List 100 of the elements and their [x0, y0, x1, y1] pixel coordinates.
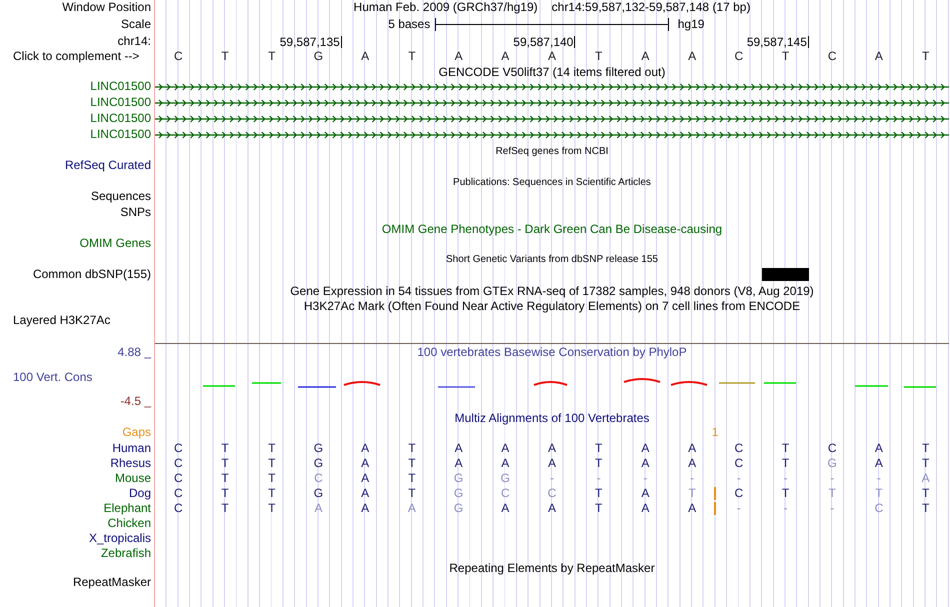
aligned-base: T	[922, 456, 930, 471]
aligned-base: C	[548, 486, 556, 501]
aligned-base: A	[361, 471, 370, 486]
track-label[interactable]: RefSeq Curated	[64, 158, 151, 173]
aligned-base: T	[221, 501, 229, 516]
sequence-base[interactable]: C	[734, 49, 744, 64]
aligned-base: A	[408, 501, 416, 516]
aligned-base: T	[221, 441, 229, 456]
sequence-base[interactable]: A	[641, 49, 650, 64]
track-label[interactable]: Common dbSNP(155)	[32, 267, 151, 282]
aligned-base: C	[174, 486, 183, 501]
axis-max-label: 4.88 _	[118, 345, 151, 360]
aligned-base: A	[641, 486, 650, 501]
aligned-base: -	[876, 471, 881, 486]
species-label[interactable]: Chicken	[108, 516, 151, 531]
aligned-base: T	[922, 501, 930, 516]
sequence-base[interactable]: C	[828, 49, 837, 64]
aligned-base: A	[922, 471, 930, 486]
aligned-base: A	[641, 501, 650, 516]
track-title: Publications: Sequences in Scientific Articles	[453, 176, 651, 190]
aligned-base: C	[734, 486, 744, 501]
aligned-base: T	[828, 486, 836, 501]
aligned-base: T	[922, 441, 930, 456]
row-label[interactable]: chr14:	[118, 34, 151, 49]
aligned-base: T	[595, 486, 602, 501]
sequence-base[interactable]: T	[922, 49, 930, 64]
gene-label[interactable]: LINC01500	[90, 79, 151, 94]
sequence-base[interactable]: T	[408, 49, 416, 64]
track-title: Gene Expression in 54 tissues from GTEx RNA-seq of 17382 samples, 948 donors (V8, Aug 2019)	[290, 284, 814, 299]
scale-length: 5 bases	[388, 17, 432, 32]
aligned-base: T	[221, 486, 229, 501]
aligned-base: T	[268, 501, 276, 516]
aligned-base: A	[641, 441, 650, 456]
position-tick: 59,587,140	[513, 36, 576, 48]
gene-label[interactable]: LINC01500	[90, 111, 151, 126]
aligned-base: G	[314, 486, 324, 501]
aligned-base: C	[174, 441, 183, 456]
aligned-base: T	[221, 456, 229, 471]
track-title: RefSeq genes from NCBI	[496, 145, 608, 159]
aligned-base: -	[830, 471, 834, 486]
aligned-base: C	[174, 471, 183, 486]
aligned-base: G	[314, 456, 324, 471]
aligned-base: T	[595, 501, 602, 516]
aligned-base: A	[874, 441, 883, 456]
track-title: GENCODE V50lift37 (14 items filtered out)	[438, 65, 666, 80]
aligned-base: T	[268, 486, 276, 501]
sequence-base[interactable]: A	[548, 49, 556, 64]
species-label[interactable]: Mouse	[114, 471, 151, 486]
axis-min-label: -4.5 _	[120, 394, 151, 409]
track-label[interactable]: Sequences	[90, 189, 151, 204]
sequence-base[interactable]: C	[174, 49, 183, 64]
assembly-title: Human Feb. 2009 (GRCh37/hg19)	[354, 0, 538, 15]
track-label[interactable]: SNPs	[120, 205, 151, 220]
aligned-base: T	[408, 441, 416, 456]
aligned-base: T	[268, 441, 276, 456]
aligned-base: T	[782, 441, 790, 456]
gap-count: 1	[712, 425, 718, 440]
aligned-base: G	[500, 471, 510, 486]
species-label[interactable]: Dog	[128, 486, 151, 501]
aligned-base: T	[688, 486, 696, 501]
row-label[interactable]: Window Position	[62, 0, 151, 15]
aligned-base: T	[595, 456, 602, 471]
track-title: OMIM Gene Phenotypes - Dark Green Can Be Disease-causing	[382, 222, 722, 237]
track-label[interactable]: Layered H3K27Ac	[13, 313, 110, 328]
sequence-base[interactable]: A	[874, 49, 883, 64]
sequence-base[interactable]: T	[268, 49, 276, 64]
aligned-base: A	[641, 456, 650, 471]
species-label[interactable]: X_tropicalis	[88, 531, 151, 546]
sequence-base[interactable]: T	[221, 49, 229, 64]
gene-label[interactable]: LINC01500	[90, 127, 151, 142]
aligned-base: C	[734, 441, 744, 456]
aligned-base: G	[454, 471, 464, 486]
aligned-base: A	[501, 441, 510, 456]
species-label[interactable]: Rhesus	[110, 456, 151, 471]
track-title: Repeating Elements by RepeatMasker	[449, 561, 655, 576]
row-label[interactable]: Scale	[120, 17, 151, 32]
gene-label[interactable]: LINC01500	[90, 95, 151, 110]
sequence-base[interactable]: A	[454, 49, 463, 64]
track-title: 100 vertebrates Basewise Conservation by PhyloP	[417, 345, 687, 360]
sequence-base[interactable]: A	[361, 49, 370, 64]
track-label[interactable]: RepeatMasker	[72, 575, 151, 590]
track-label[interactable]: 100 Vert. Cons	[13, 370, 92, 385]
aligned-base: A	[454, 441, 463, 456]
aligned-base: G	[314, 441, 324, 456]
sequence-base[interactable]: A	[688, 49, 696, 64]
aligned-base: A	[874, 456, 883, 471]
aligned-base: G	[454, 501, 464, 516]
species-label[interactable]: Zebrafish	[100, 546, 151, 561]
species-label[interactable]: Human	[112, 441, 151, 456]
aligned-base: T	[922, 486, 930, 501]
species-label[interactable]: Elephant	[104, 501, 151, 516]
sequence-base[interactable]: T	[782, 49, 790, 64]
sequence-base[interactable]: A	[501, 49, 510, 64]
aligned-base: T	[268, 471, 276, 486]
aligned-base: G	[454, 486, 464, 501]
track-label[interactable]: OMIM Genes	[80, 236, 151, 251]
complement-link[interactable]: Click to complement -->	[13, 49, 140, 64]
track-title: Short Genetic Variants from dbSNP release 155	[446, 253, 658, 267]
sequence-base[interactable]: G	[314, 49, 324, 64]
sequence-base[interactable]: T	[595, 49, 602, 64]
